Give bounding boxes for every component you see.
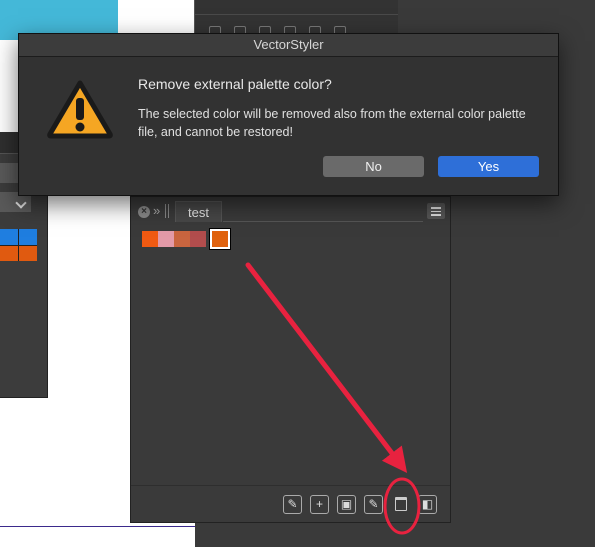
panel-footer-toolbar: ✎ + ▣ ✎ ◧ [283, 495, 437, 514]
dialog-heading: Remove external palette color? [138, 76, 332, 92]
palette-swatch[interactable] [174, 231, 190, 247]
palette-swatch[interactable] [158, 231, 174, 247]
trash-icon[interactable] [391, 495, 410, 514]
panel-divider [195, 14, 398, 15]
yes-button[interactable]: Yes [438, 156, 539, 177]
palette-swatch[interactable] [190, 231, 206, 247]
close-icon[interactable]: × [138, 206, 150, 218]
edit-icon[interactable]: ✎ [364, 495, 383, 514]
left-color-swatches [0, 229, 37, 261]
add-swatch-icon[interactable]: + [310, 495, 329, 514]
dialog-message: The selected color will be removed also … [138, 107, 526, 139]
palette-swatch[interactable] [142, 231, 158, 247]
palette-icon[interactable]: ◧ [418, 495, 437, 514]
tab-palette[interactable]: test [175, 201, 222, 222]
drag-grip-icon[interactable] [165, 204, 166, 218]
panel-menu-icon[interactable] [427, 203, 445, 219]
dialog-title: VectorStyler [253, 37, 324, 52]
confirm-dialog: VectorStyler Remove external palette col… [18, 33, 559, 196]
swatch[interactable] [19, 229, 37, 245]
no-button[interactable]: No [323, 156, 424, 177]
panel-footer-divider [131, 485, 450, 486]
collapse-chevron-icon[interactable]: » [153, 203, 160, 218]
swatch[interactable] [0, 229, 18, 245]
add-group-icon[interactable]: ▣ [337, 495, 356, 514]
tab-divider [223, 221, 423, 222]
swatch[interactable] [19, 245, 37, 261]
swatches-panel: × » test ✎ + ▣ ✎ ◧ [130, 196, 451, 523]
warning-icon [47, 80, 113, 139]
canvas-edge-line [0, 526, 195, 527]
palette-swatch-row [142, 228, 231, 250]
swatch[interactable] [0, 245, 18, 261]
edit-swatch-icon[interactable]: ✎ [283, 495, 302, 514]
selected-palette-swatch[interactable] [209, 228, 231, 250]
